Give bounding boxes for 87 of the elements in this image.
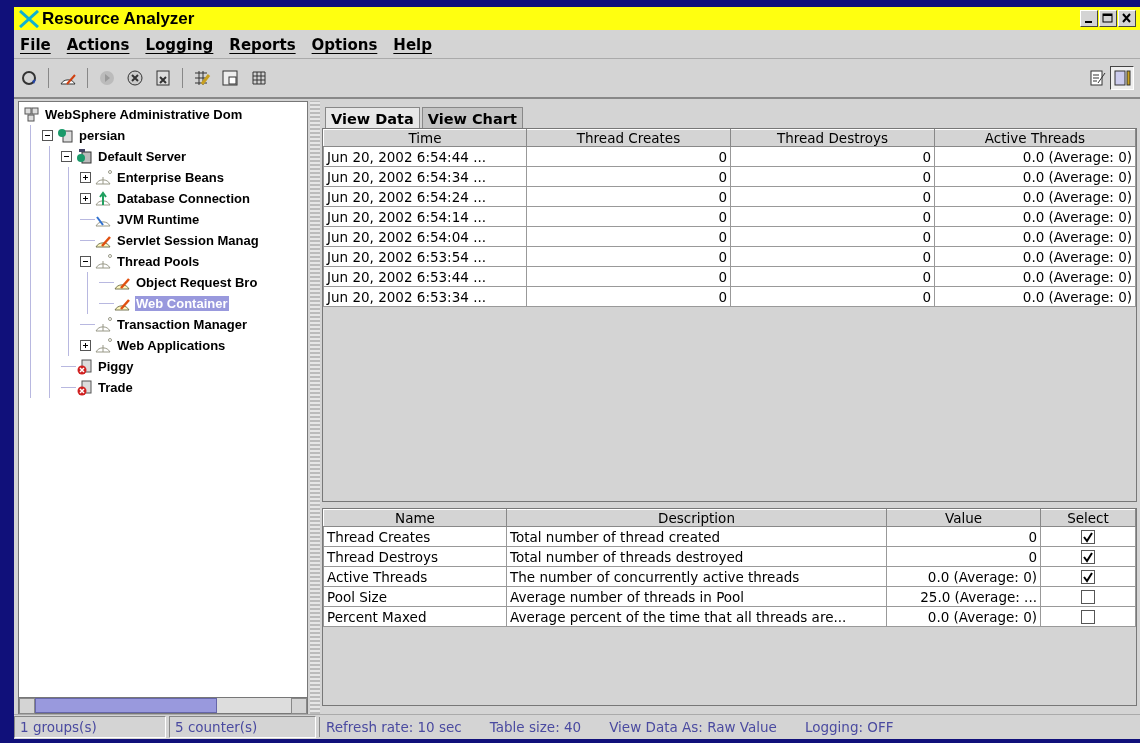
checkbox[interactable] — [1081, 609, 1095, 624]
grid-pen-icon[interactable] — [193, 69, 211, 87]
tab[interactable]: View Data — [325, 107, 420, 128]
table-cell: Jun 20, 2002 6:53:54 ... — [323, 246, 527, 267]
table-cell: Thread Destroys — [323, 546, 507, 567]
clear-document-icon[interactable] — [154, 69, 172, 87]
table-cell: Jun 20, 2002 6:54:34 ... — [323, 166, 527, 187]
checkbox[interactable] — [1081, 589, 1095, 604]
column-header[interactable]: Thread Destroys — [730, 129, 935, 147]
menu-item[interactable]: Actions — [66, 36, 130, 54]
status-text: Refresh rate: 10 sec — [326, 719, 462, 735]
window-title: Resource Analyzer — [42, 8, 196, 29]
status-text: Logging: OFF — [804, 719, 894, 735]
tree-item[interactable]: Trade — [97, 380, 134, 395]
table-cell: Total number of threads destroyed — [506, 546, 887, 567]
server-icon — [76, 148, 93, 165]
gauge-icon — [95, 337, 112, 354]
status-text: Table size: 40 — [489, 719, 582, 735]
checkbox[interactable] — [1081, 569, 1095, 584]
maximize-button[interactable] — [1099, 10, 1117, 27]
panel-icon[interactable] — [1110, 66, 1134, 90]
expand-icon[interactable] — [80, 340, 91, 351]
table-cell: Jun 20, 2002 6:53:34 ... — [323, 286, 527, 307]
column-header[interactable]: Thread Creates — [526, 129, 731, 147]
tree-item[interactable]: Transaction Manager — [116, 317, 249, 332]
tree-item[interactable]: Default Server — [97, 149, 188, 164]
minimize-button[interactable] — [1080, 10, 1098, 27]
tree-item[interactable]: WebSphere Administrative Dom — [44, 107, 244, 122]
menu-item[interactable]: Reports — [229, 36, 296, 54]
grid-icon[interactable] — [249, 69, 267, 87]
table-cell: Active Threads — [323, 566, 507, 587]
table-cell: Jun 20, 2002 6:54:44 ... — [323, 146, 527, 167]
column-header[interactable]: Description — [506, 509, 887, 527]
expand-icon[interactable] — [80, 193, 91, 204]
collapse-icon[interactable] — [80, 256, 91, 267]
tab[interactable]: View Chart — [421, 107, 523, 128]
tree-item[interactable]: Web Applications — [116, 338, 227, 353]
checkbox[interactable] — [1081, 529, 1095, 544]
table-cell: Jun 20, 2002 6:54:24 ... — [323, 186, 527, 207]
menu-item[interactable]: Options — [311, 36, 378, 54]
cubes-icon — [23, 106, 40, 123]
tree-item[interactable]: JVM Runtime — [116, 212, 201, 227]
table-cell: The number of concurrently active threads — [506, 566, 887, 587]
table-cell: Jun 20, 2002 6:54:04 ... — [323, 226, 527, 247]
column-header[interactable]: Name — [323, 509, 507, 527]
column-header[interactable]: Select — [1040, 509, 1136, 527]
stopped-server-icon — [76, 358, 93, 375]
menu-item[interactable]: Help — [393, 36, 432, 54]
table-cell: Percent Maxed — [323, 606, 507, 627]
horizontal-scrollbar[interactable] — [18, 698, 308, 714]
tree-item[interactable]: Object Request Bro — [135, 275, 259, 290]
refresh-icon[interactable] — [20, 69, 38, 87]
tree-item[interactable]: Enterprise Beans — [116, 170, 225, 185]
table-cell: Average number of threads in Pool — [506, 586, 887, 607]
gauge-icon — [95, 190, 112, 207]
table-cell: Pool Size — [323, 586, 507, 607]
tree-item[interactable]: Database Connection — [116, 191, 251, 206]
menu-item[interactable]: Logging — [145, 36, 214, 54]
gauge-icon — [95, 169, 112, 186]
column-header[interactable]: Value — [886, 509, 1041, 527]
server-node-icon — [57, 127, 74, 144]
table-cell: Thread Creates — [323, 526, 507, 547]
collapse-icon[interactable] — [42, 130, 53, 141]
tree-item[interactable]: persian — [78, 128, 127, 143]
stopped-server-icon — [76, 379, 93, 396]
stop-icon[interactable] — [126, 69, 144, 87]
column-header[interactable]: Active Threads — [934, 129, 1136, 147]
gauge-icon — [95, 316, 112, 333]
checkbox[interactable] — [1081, 549, 1095, 564]
expand-icon[interactable] — [80, 172, 91, 183]
tree-item[interactable]: Piggy — [97, 359, 135, 374]
column-header[interactable]: Time — [323, 129, 527, 147]
counter-icon[interactable] — [221, 69, 239, 87]
close-button[interactable] — [1118, 10, 1136, 27]
gauge-icon — [95, 253, 112, 270]
table-cell: Jun 20, 2002 6:53:44 ... — [323, 266, 527, 287]
collapse-icon[interactable] — [61, 151, 72, 162]
tree-item[interactable]: Thread Pools — [116, 254, 201, 269]
table-cell: Jun 20, 2002 6:54:14 ... — [323, 206, 527, 227]
status-text: 5 counter(s) — [169, 716, 316, 738]
tree-item[interactable]: Servlet Session Manag — [116, 233, 260, 248]
menu-item[interactable]: File — [20, 36, 51, 54]
table-cell: Total number of thread created — [506, 526, 887, 547]
status-text: View Data As: Raw Value — [609, 719, 777, 735]
app-icon — [18, 9, 40, 28]
table-cell: Average percent of the time that all threads are... — [506, 606, 887, 627]
status-text: 1 groups(s) — [14, 716, 166, 738]
